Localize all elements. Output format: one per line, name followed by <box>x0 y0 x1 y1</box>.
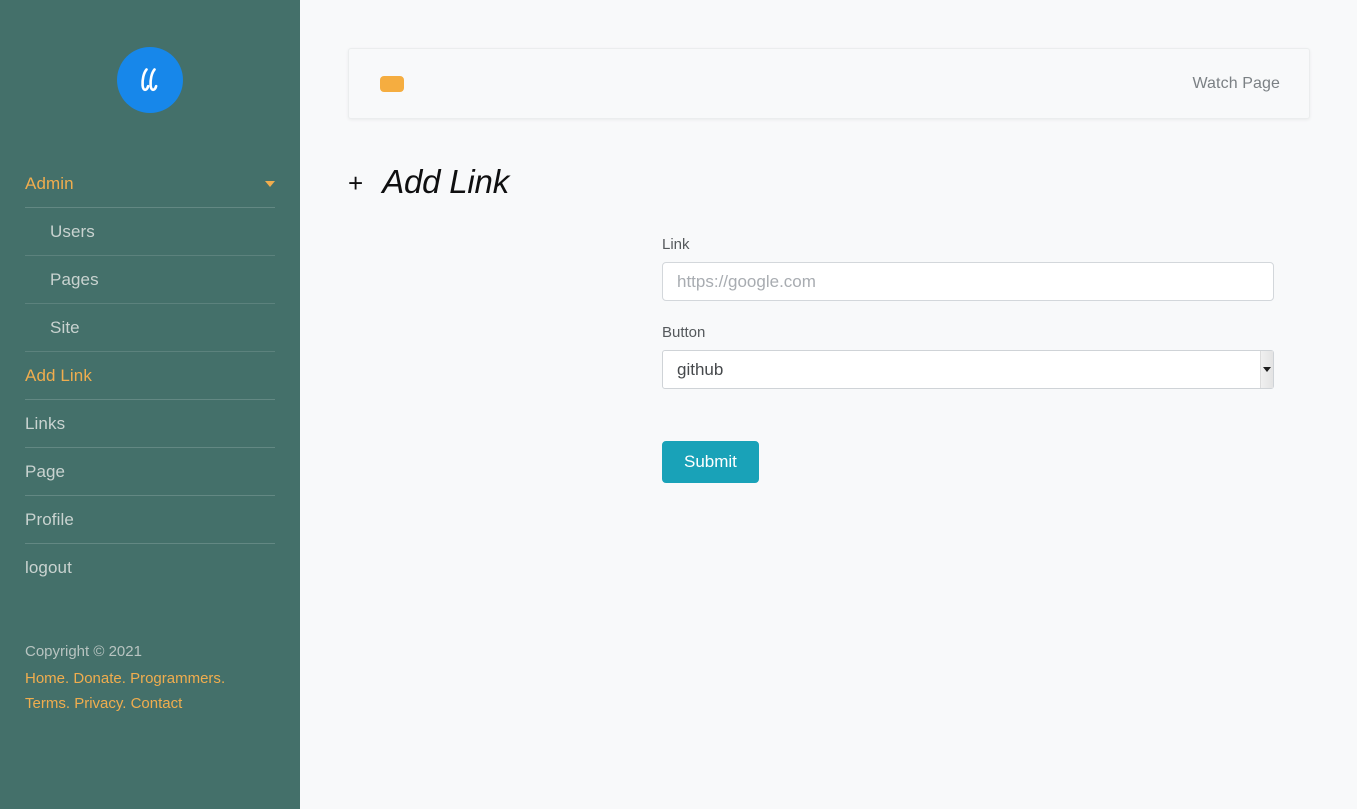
sidebar-item-label: Users <box>50 222 95 241</box>
footer-link-home[interactable]: Home <box>25 670 65 687</box>
footer-links: Home. Donate. Programmers. Terms. Privac… <box>25 666 275 717</box>
footer-link-donate[interactable]: Donate <box>73 670 121 687</box>
copyright-text: Copyright © 2021 <box>25 643 142 660</box>
submit-button[interactable]: Submit <box>662 441 759 483</box>
sidebar-item-page[interactable]: Page <box>25 448 275 496</box>
button-select-wrapper: github <box>662 350 1274 389</box>
footer-separator: . <box>220 669 226 687</box>
footer-separator: . <box>65 669 70 687</box>
link-field-group: Link <box>662 235 1274 301</box>
sidebar-item-add-link[interactable]: Add Link <box>25 352 275 400</box>
brand-logo[interactable] <box>117 47 183 113</box>
button-select[interactable]: github <box>662 350 1274 389</box>
page-title: + Add Link <box>348 160 509 204</box>
script-ll-logo-icon <box>130 60 170 100</box>
sidebar-item-label: logout <box>25 558 72 577</box>
sidebar-item-label: Page <box>25 462 66 481</box>
sidebar-item-pages[interactable]: Pages <box>25 256 275 304</box>
sidebar-item-users[interactable]: Users <box>25 208 275 256</box>
navbar-brand-box-icon[interactable] <box>380 75 404 92</box>
main-content: Watch Page + Add Link Link Button github <box>300 0 1357 809</box>
sidebar-item-logout[interactable]: logout <box>25 544 275 591</box>
sidebar-item-profile[interactable]: Profile <box>25 496 275 544</box>
app-layout: Admin Users Pages Site Add Link Links Pa… <box>0 0 1357 809</box>
sidebar: Admin Users Pages Site Add Link Links Pa… <box>0 0 300 809</box>
button-field-label: Button <box>662 324 706 341</box>
watch-page-link[interactable]: Watch Page <box>1192 75 1280 93</box>
sidebar-nav: Admin Users Pages Site Add Link Links Pa… <box>0 160 300 591</box>
footer-separator: . <box>121 669 126 687</box>
sidebar-item-admin[interactable]: Admin <box>25 160 275 208</box>
button-field-group: Button github <box>662 323 1274 389</box>
sidebar-item-label: Add Link <box>25 366 92 385</box>
top-navbar: Watch Page <box>348 48 1310 119</box>
link-input[interactable] <box>662 262 1274 301</box>
plus-icon: + <box>348 168 364 198</box>
brand-container <box>0 0 300 160</box>
footer-link-programmers[interactable]: Programmers <box>130 670 221 687</box>
footer-separator: . <box>65 695 71 712</box>
footer-link-contact[interactable]: Contact <box>131 695 183 712</box>
sidebar-item-label: Pages <box>50 270 99 289</box>
footer-link-terms[interactable]: Terms <box>25 695 66 712</box>
chevron-down-icon <box>265 180 275 187</box>
sidebar-item-label: Site <box>50 318 80 337</box>
footer-link-privacy[interactable]: Privacy <box>74 695 122 712</box>
sidebar-item-site[interactable]: Site <box>25 304 275 352</box>
sidebar-item-label: Admin <box>25 174 74 193</box>
sidebar-footer: Copyright © 2021 Home. Donate. Programme… <box>0 639 300 717</box>
sidebar-item-links[interactable]: Links <box>25 400 275 448</box>
sidebar-item-label: Profile <box>25 510 74 529</box>
footer-separator: . <box>122 695 127 712</box>
link-field-label: Link <box>662 236 690 253</box>
add-link-form: Link Button github Submit <box>662 235 1274 483</box>
page-title-text: Add Link <box>382 163 510 200</box>
sidebar-item-label: Links <box>25 414 66 433</box>
